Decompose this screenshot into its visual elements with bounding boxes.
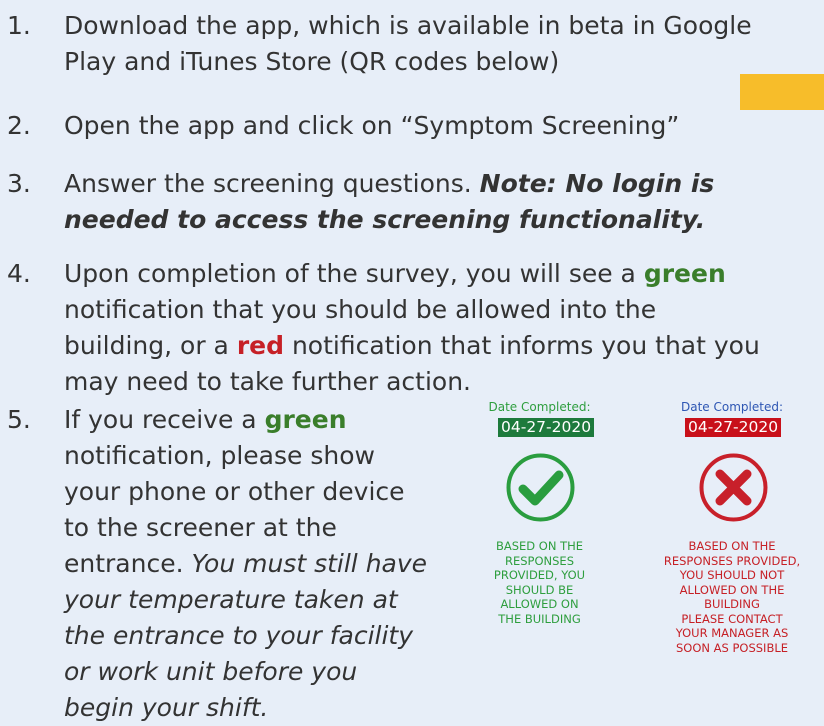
- step-5-line-1: If you receive a green: [64, 405, 347, 434]
- step-1-line-1: Download the app, which is available in …: [64, 11, 752, 40]
- date-completed-value: 04-27-2020: [685, 418, 782, 437]
- step-5-line-2: notification, please show: [64, 441, 375, 470]
- step-5-line-9: begin your shift.: [64, 693, 269, 722]
- step-1-line-2: Play and iTunes Store (QR codes below): [64, 47, 560, 76]
- step-number: 1.: [7, 11, 31, 40]
- step-4-line-3: building, or a red notification that inf…: [64, 331, 760, 360]
- x-icon: [699, 453, 768, 522]
- message-line: PLEASE CONTACT: [681, 611, 783, 626]
- message-line: SHOULD BE: [505, 582, 574, 597]
- step-3-note-line-2: needed to access the screening functiona…: [64, 205, 706, 234]
- check-icon: [506, 453, 575, 522]
- step-5-line-8: or work unit before you: [64, 657, 358, 686]
- step-5-line-6: your temperature taken at: [64, 585, 398, 614]
- message-line: YOU SHOULD NOT: [679, 568, 785, 582]
- message-line: RESPONSES PROVIDED,: [663, 553, 801, 568]
- step-number: 3.: [7, 169, 31, 198]
- red-keyword: red: [236, 331, 285, 360]
- message-line: YOUR MANAGER AS: [675, 626, 789, 640]
- message-line: ALLOWED ON THE: [679, 582, 785, 597]
- step-number: 5.: [7, 405, 31, 434]
- step-4-line-1: Upon completion of the survey, you will …: [64, 259, 726, 288]
- message-line: THE BUILDING: [498, 611, 581, 626]
- step-5-line-4: to the screener at the: [64, 513, 337, 542]
- step-3-line-1: Answer the screening questions. Note: No…: [64, 166, 714, 202]
- red-result-badge: Date Completed: 04-27-2020 BASED ON THE …: [640, 400, 824, 655]
- message-line: PROVIDED, YOU: [493, 568, 586, 582]
- date-completed-label: Date Completed:: [488, 400, 591, 414]
- step-5-line-7: the entrance to your facility: [64, 621, 414, 650]
- green-keyword: green: [264, 405, 347, 434]
- green-result-message: BASED ON THE RESPONSES PROVIDED, YOU SHO…: [472, 539, 607, 626]
- step-3-note: Note: No login is: [479, 169, 715, 198]
- green-keyword: green: [643, 259, 726, 288]
- date-completed-value: 04-27-2020: [498, 418, 595, 437]
- message-line: BASED ON THE: [495, 539, 584, 553]
- message-line: BASED ON THE: [688, 539, 776, 553]
- step-3-intro: Answer the screening questions.: [64, 169, 480, 198]
- step-number: 2.: [7, 111, 31, 140]
- step-5-line-5: entrance. You must still have: [64, 549, 428, 578]
- step-5-line-3: your phone or other device: [64, 477, 405, 506]
- message-line: SOON AS POSSIBLE: [675, 640, 789, 655]
- message-line: RESPONSES: [504, 553, 574, 568]
- step-4-line-4: may need to take further action.: [64, 367, 471, 396]
- message-line: ALLOWED ON: [500, 597, 579, 611]
- message-line: BUILDING: [704, 597, 760, 611]
- step-4-line-2: notification that you should be allowed …: [64, 295, 657, 324]
- step-number: 4.: [7, 259, 31, 288]
- step-5-italic-note: You must still have: [191, 549, 428, 578]
- step-2-text: Open the app and click on “Symptom Scree…: [64, 111, 680, 140]
- green-result-badge: Date Completed: 04-27-2020 BASED ON THE …: [462, 400, 617, 626]
- red-result-message: BASED ON THE RESPONSES PROVIDED, YOU SHO…: [640, 539, 824, 655]
- orange-tab-decoration: [740, 74, 824, 110]
- date-completed-label: Date Completed:: [681, 400, 783, 414]
